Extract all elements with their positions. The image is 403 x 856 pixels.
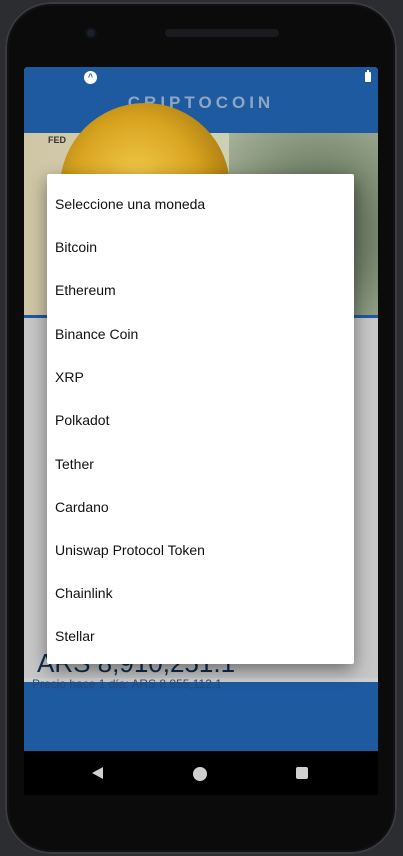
earpiece-speaker bbox=[165, 29, 279, 37]
currency-picker-dialog: Seleccione una moneda Bitcoin Ethereum B… bbox=[47, 174, 354, 664]
option-ethereum[interactable]: Ethereum bbox=[55, 282, 116, 298]
option-binance-coin[interactable]: Binance Coin bbox=[55, 326, 138, 342]
app-title: CRIPTOCOIN bbox=[127, 93, 275, 112]
option-placeholder[interactable]: Seleccione una moneda bbox=[55, 196, 205, 212]
option-bitcoin[interactable]: Bitcoin bbox=[55, 239, 97, 255]
home-icon[interactable] bbox=[193, 767, 207, 781]
option-chainlink[interactable]: Chainlink bbox=[55, 585, 113, 601]
front-camera bbox=[85, 27, 97, 39]
option-tether[interactable]: Tether bbox=[55, 456, 94, 472]
back-icon[interactable] bbox=[92, 767, 103, 779]
option-xrp[interactable]: XRP bbox=[55, 369, 84, 385]
option-cardano[interactable]: Cardano bbox=[55, 499, 109, 515]
result-panel bbox=[24, 682, 378, 751]
option-uniswap[interactable]: Uniswap Protocol Token bbox=[55, 542, 205, 558]
option-polkadot[interactable]: Polkadot bbox=[55, 412, 109, 428]
system-nav-bar bbox=[24, 751, 378, 795]
recents-icon[interactable] bbox=[296, 767, 308, 779]
banknote-label: FED bbox=[48, 135, 66, 145]
price-subtext: Precio hace 1 día: ARS 8,855,112.1 bbox=[32, 677, 222, 691]
battery-icon bbox=[365, 70, 371, 82]
option-stellar[interactable]: Stellar bbox=[55, 628, 95, 644]
app-status-icon: ^ bbox=[84, 71, 97, 84]
